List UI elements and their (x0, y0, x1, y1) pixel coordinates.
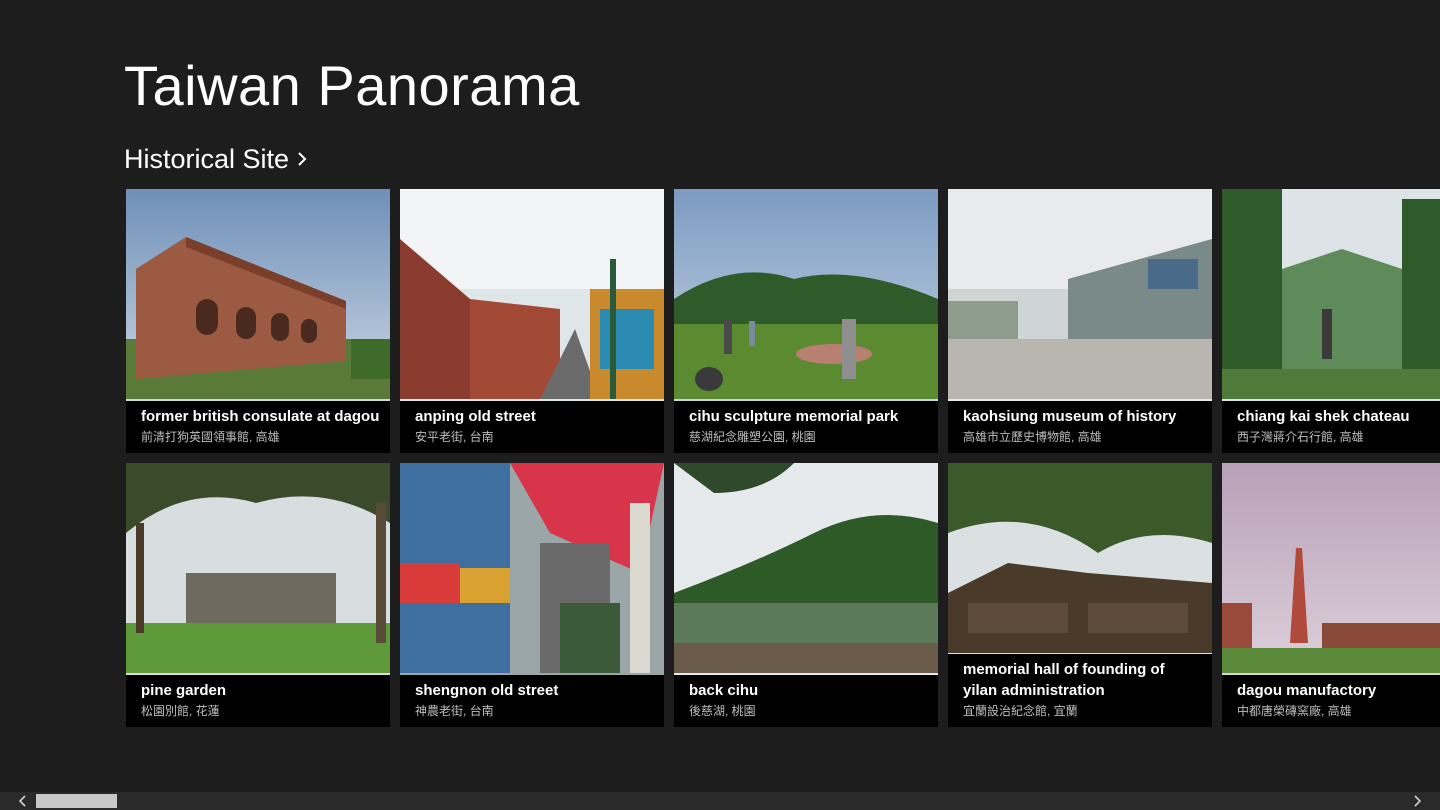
chevron-left-icon (18, 795, 26, 807)
tile-subtitle: 松園別館, 花蓮 (141, 704, 220, 718)
section-header-label: Historical Site (124, 144, 290, 174)
chevron-right-icon (1414, 795, 1422, 807)
tile-subtitle: 前清打狗英國領事館, 高雄 (141, 430, 280, 444)
tile-subtitle: 宜蘭設治紀念館, 宜蘭 (963, 704, 1078, 718)
tile-subtitle: 中都唐榮磚窯廠, 高雄 (1237, 704, 1352, 718)
tile-title: pine garden (141, 682, 227, 699)
tile-caption: cihu sculpture memorial park 慈湖紀念雕塑公園, 桃… (674, 401, 938, 453)
tile-dagou-manufactory[interactable]: dagou manufactory 中都唐榮磚窯廠, 高雄 (1222, 463, 1440, 727)
tile-subtitle: 慈湖紀念雕塑公園, 桃園 (689, 430, 816, 444)
tile-title: cihu sculpture memorial park (689, 408, 899, 425)
scroll-left-button[interactable] (14, 792, 32, 810)
tile-caption: shengnon old street 神農老街, 台南 (400, 675, 664, 727)
tile-shengnon-old-street[interactable]: shengnon old street 神農老街, 台南 (400, 463, 664, 727)
tile-caption: memorial hall of founding of yilan admin… (948, 654, 1212, 727)
tile-title: dagou manufactory (1237, 682, 1377, 699)
tile-title: anping old street (415, 408, 536, 425)
tile-caption: dagou manufactory 中都唐榮磚窯廠, 高雄 (1222, 675, 1440, 727)
section-header-historical-site[interactable]: Historical Site (124, 142, 307, 176)
tile-pine-garden[interactable]: pine garden 松園別館, 花蓮 (126, 463, 390, 727)
tile-subtitle: 高雄市立歷史博物館, 高雄 (963, 430, 1102, 444)
tile-subtitle: 安平老街, 台南 (415, 430, 494, 444)
app-root: Taiwan Panorama Historical Site former b… (0, 0, 1440, 810)
tile-caption: anping old street 安平老街, 台南 (400, 401, 664, 453)
tile-caption: pine garden 松園別館, 花蓮 (126, 675, 390, 727)
tile-caption: kaohsiung museum of history 高雄市立歷史博物館, 高… (948, 401, 1212, 453)
tile-kaohsiung-museum[interactable]: kaohsiung museum of history 高雄市立歷史博物館, 高… (948, 189, 1212, 453)
tile-subtitle: 神農老街, 台南 (415, 704, 494, 718)
chevron-right-icon (298, 152, 307, 166)
tile-subtitle: 西子灣蔣介石行館, 高雄 (1237, 430, 1364, 444)
tile-back-cihu[interactable]: back cihu 後慈湖, 桃園 (674, 463, 938, 727)
horizontal-scrollbar[interactable] (0, 792, 1440, 810)
tile-former-british-consulate[interactable]: former british consulate at dagou 前清打狗英國… (126, 189, 390, 453)
scroll-right-button[interactable] (1408, 792, 1426, 810)
tile-title: back cihu (689, 682, 759, 699)
tile-subtitle: 後慈湖, 桃園 (689, 704, 756, 718)
tile-title: memorial hall of founding of yilan admin… (963, 661, 1165, 699)
page-title: Taiwan Panorama (124, 54, 580, 117)
tile-title: kaohsiung museum of history (963, 408, 1177, 425)
tile-title: chiang kai shek chateau (1237, 408, 1410, 425)
tile-caption: former british consulate at dagou 前清打狗英國… (126, 401, 390, 453)
tile-caption: back cihu 後慈湖, 桃園 (674, 675, 938, 727)
tile-yilan-memorial-hall[interactable]: memorial hall of founding of yilan admin… (948, 463, 1212, 727)
tile-chiang-kai-shek-chateau[interactable]: chiang kai shek chateau 西子灣蔣介石行館, 高雄 (1222, 189, 1440, 453)
tile-anping-old-street[interactable]: anping old street 安平老街, 台南 (400, 189, 664, 453)
tile-caption: chiang kai shek chateau 西子灣蔣介石行館, 高雄 (1222, 401, 1440, 453)
tile-title: former british consulate at dagou (141, 408, 380, 425)
tile-title: shengnon old street (415, 682, 559, 699)
scrollbar-thumb[interactable] (36, 794, 117, 808)
tile-cihu-sculpture-park[interactable]: cihu sculpture memorial park 慈湖紀念雕塑公園, 桃… (674, 189, 938, 453)
